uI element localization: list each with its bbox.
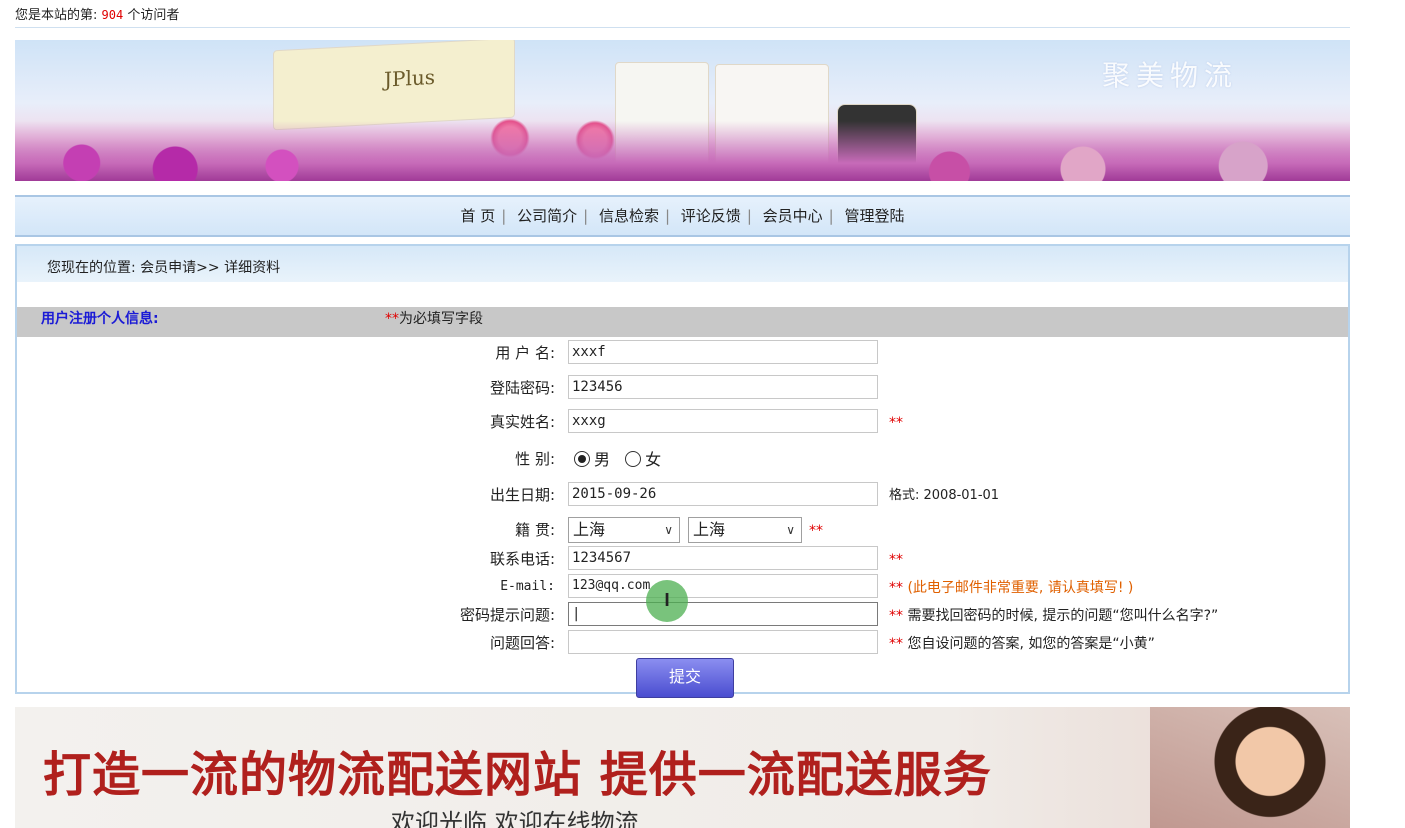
nav-member-center[interactable]: 会员中心 [757, 207, 829, 225]
form-row-birthdate: 出生日期: 2015-09-26 格式: 2008-01-01 [17, 482, 1348, 510]
password-question-input[interactable]: | [568, 602, 878, 626]
submit-button[interactable]: 提交 [636, 658, 734, 698]
email-input[interactable]: 123@qq.com [568, 574, 878, 598]
form-row-phone: 联系电话: 1234567 ** [17, 546, 1348, 574]
nav-home[interactable]: 首 页 [454, 207, 501, 225]
section-title: 用户注册个人信息: [41, 311, 159, 327]
form-row-realname: 真实姓名: xxxg ** [17, 409, 1348, 437]
visitor-count: 904 [101, 8, 124, 22]
breadcrumb-path: 会员申请>> 详细资料 [140, 260, 281, 276]
gender-female-radio[interactable] [625, 451, 642, 467]
answer-note: ** 您自设问题的答案, 如您的答案是“小黄” [889, 636, 1155, 652]
chevron-down-icon: ∨ [786, 523, 795, 537]
required-hint: **为必填写字段 [385, 311, 483, 327]
gender-radio-group: 男 女 [574, 446, 661, 474]
nav-info-search[interactable]: 信息检索 [593, 207, 665, 225]
city-select[interactable]: 上海 ∨ [688, 517, 802, 543]
required-marker: ** [889, 415, 903, 431]
visitor-suffix: 个访问者 [127, 8, 180, 23]
username-input[interactable]: xxxf [568, 340, 878, 364]
text-cursor-icon: 𝐈 [646, 580, 688, 622]
banner-title: 聚美物流 [1101, 59, 1238, 92]
footer-subtitle: 欢迎光临 欢迎在线物流 [391, 809, 639, 828]
password-input[interactable]: 123456 [568, 375, 878, 399]
gender-male-radio[interactable] [574, 451, 590, 467]
form-row-gender: 性 别: 男 女 [17, 446, 1348, 474]
province-select[interactable]: 上海 ∨ [568, 517, 680, 543]
visitor-prefix: 您是本站的第: [15, 8, 98, 23]
footer-banner: 打造一流的物流配送网站 提供一流配送服务 欢迎光临 欢迎在线物流 [15, 707, 1350, 828]
required-marker: ** [889, 552, 903, 568]
required-marker: ** [809, 523, 823, 539]
breadcrumb: 您现在的位置: 会员申请>> 详细资料 [17, 246, 1348, 282]
question-note: ** 需要找回密码的时候, 提示的问题“您叫什么名字?” [889, 608, 1219, 624]
form-row-username: 用 户 名: xxxf [17, 340, 1348, 368]
header-banner: JPlus 聚美物流 [15, 40, 1350, 181]
birthdate-input[interactable]: 2015-09-26 [568, 482, 878, 506]
chevron-down-icon: ∨ [664, 523, 673, 537]
model-photo [1150, 707, 1350, 828]
product-brand: JPlus [384, 64, 436, 92]
answer-input[interactable] [568, 630, 878, 654]
phone-input[interactable]: 1234567 [568, 546, 878, 570]
nav-feedback[interactable]: 评论反馈 [675, 207, 747, 225]
flower-field-decoration [15, 121, 1350, 181]
product-box-image: JPlus [273, 40, 515, 131]
form-row-answer: 问题回答: ** 您自设问题的答案, 如您的答案是“小黄” [17, 630, 1348, 658]
form-row-hometown: 籍 贯: 上海 ∨ 上海 ∨ ** [17, 517, 1348, 545]
main-nav: 首 页 | 公司简介 | 信息检索 | 评论反馈 | 会员中心 | 管理登陆 [15, 195, 1350, 237]
nav-admin-login[interactable]: 管理登陆 [839, 207, 911, 225]
registration-panel: 您现在的位置: 会员申请>> 详细资料 用户注册个人信息: **为必填写字段 用… [15, 244, 1350, 698]
nav-company-intro[interactable]: 公司简介 [511, 207, 583, 225]
form-section-header: 用户注册个人信息: **为必填写字段 [17, 307, 1348, 337]
visitor-counter: 您是本站的第: 904 个访问者 [15, 0, 1350, 28]
footer-slogan: 打造一流的物流配送网站 提供一流配送服务 [43, 747, 992, 803]
realname-input[interactable]: xxxg [568, 409, 878, 433]
form-row-password: 登陆密码: 123456 [17, 375, 1348, 403]
email-note: ** (此电子邮件非常重要, 请认真填写! ) [889, 580, 1134, 596]
date-format-hint: 格式: 2008-01-01 [889, 488, 1000, 503]
